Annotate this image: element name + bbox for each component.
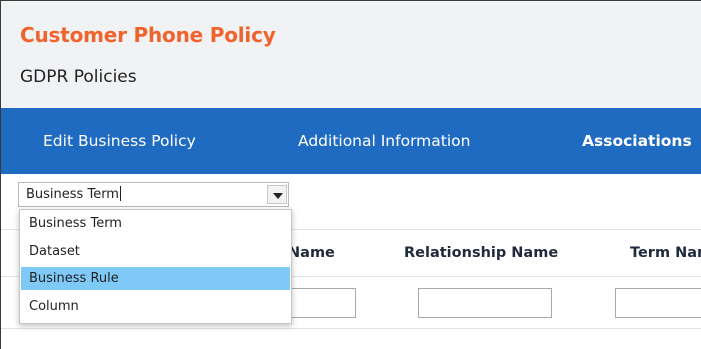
association-type-select[interactable]: Business Term xyxy=(18,182,289,207)
tab-bar: Edit Business Policy Additional Informat… xyxy=(1,108,701,174)
dropdown-button[interactable] xyxy=(267,185,287,204)
tab-additional-information[interactable]: Additional Information xyxy=(298,132,470,150)
page-header: Customer Phone Policy GDPR Policies xyxy=(1,1,701,108)
option-dataset[interactable]: Dataset xyxy=(21,240,290,263)
select-value-text: Business Term xyxy=(26,187,119,202)
option-column[interactable]: Column xyxy=(21,295,290,318)
association-type-dropdown-list: Business Term Dataset Business Rule Colu… xyxy=(19,209,292,324)
option-business-rule[interactable]: Business Rule xyxy=(21,267,290,290)
tab-associations[interactable]: Associations xyxy=(582,132,692,150)
text-cursor xyxy=(119,186,121,201)
table-filter-divider xyxy=(1,328,701,329)
column-header-relationship-name: Relationship Name xyxy=(404,245,559,261)
association-type-select-value: Business Term xyxy=(26,186,121,202)
page-subtitle: GDPR Policies xyxy=(20,67,137,87)
filter-input-relationship-name[interactable] xyxy=(418,288,552,318)
chevron-down-icon xyxy=(273,193,283,199)
tab-edit-business-policy[interactable]: Edit Business Policy xyxy=(43,132,196,150)
filter-input-term-name[interactable] xyxy=(615,288,701,318)
column-header-term-name: Term Nar xyxy=(630,245,701,261)
option-business-term[interactable]: Business Term xyxy=(21,212,290,235)
page-title: Customer Phone Policy xyxy=(20,23,276,47)
